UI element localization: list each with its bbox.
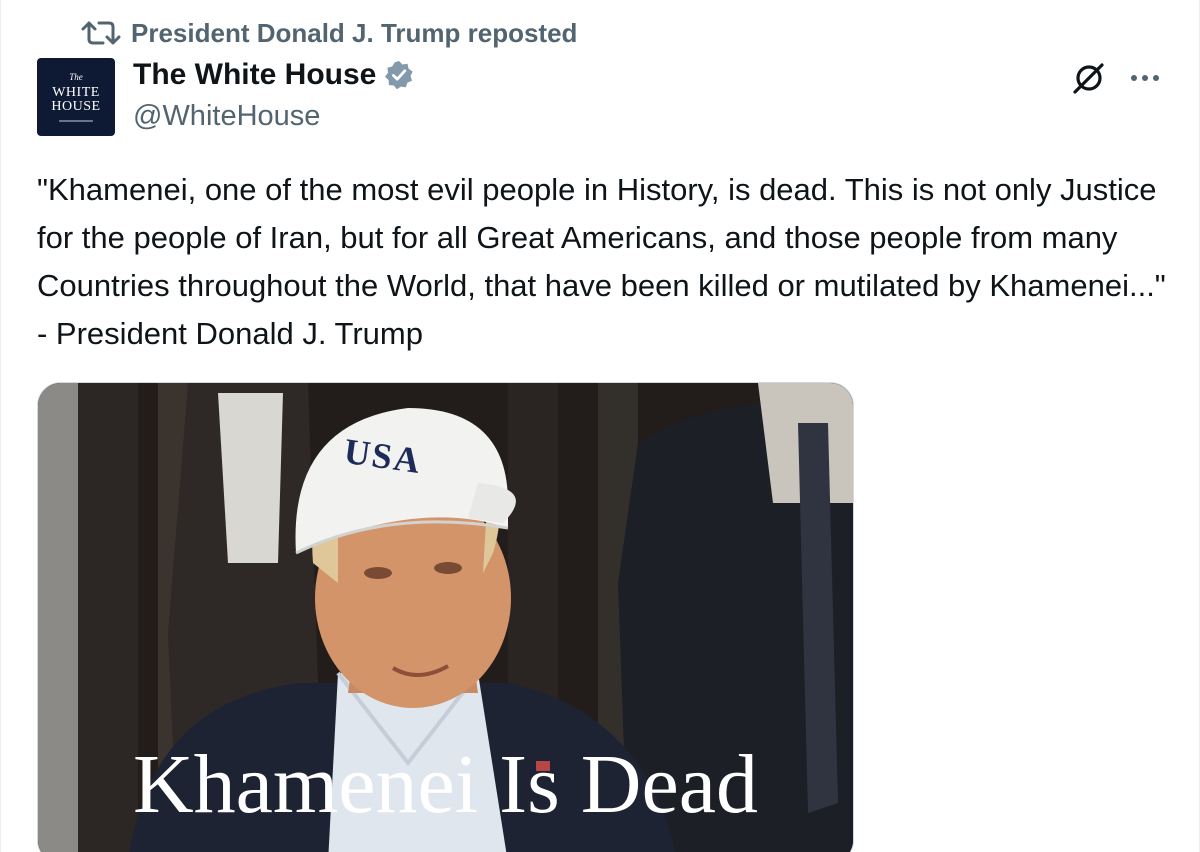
author-handle[interactable]: @WhiteHouse	[133, 100, 320, 133]
tweet-card[interactable]: President Donald J. Trump reposted The W…	[0, 0, 1200, 852]
avatar-line-3: HOUSE	[51, 98, 101, 114]
avatar[interactable]: The WHITE HOUSE	[37, 58, 115, 136]
avatar-line-1: The	[69, 71, 83, 82]
image-caption: Khamenei Is Dead	[132, 738, 759, 831]
repost-context[interactable]: President Donald J. Trump reposted	[81, 16, 577, 50]
tweet-text: "Khamenei, one of the most evil people i…	[37, 172, 1175, 351]
author-name-row[interactable]: The White House	[133, 58, 414, 92]
grok-icon[interactable]	[1069, 58, 1109, 98]
repost-label[interactable]: President Donald J. Trump reposted	[131, 18, 577, 49]
repost-icon	[81, 19, 121, 47]
avatar-line-2: WHITE	[52, 84, 100, 100]
avatar-rule	[59, 119, 93, 122]
tweet-image[interactable]: USA Khamenei Is Dead	[37, 382, 854, 852]
more-icon[interactable]	[1125, 66, 1165, 90]
author-display-name[interactable]: The White House	[133, 58, 376, 92]
verified-badge-icon[interactable]	[384, 60, 414, 90]
